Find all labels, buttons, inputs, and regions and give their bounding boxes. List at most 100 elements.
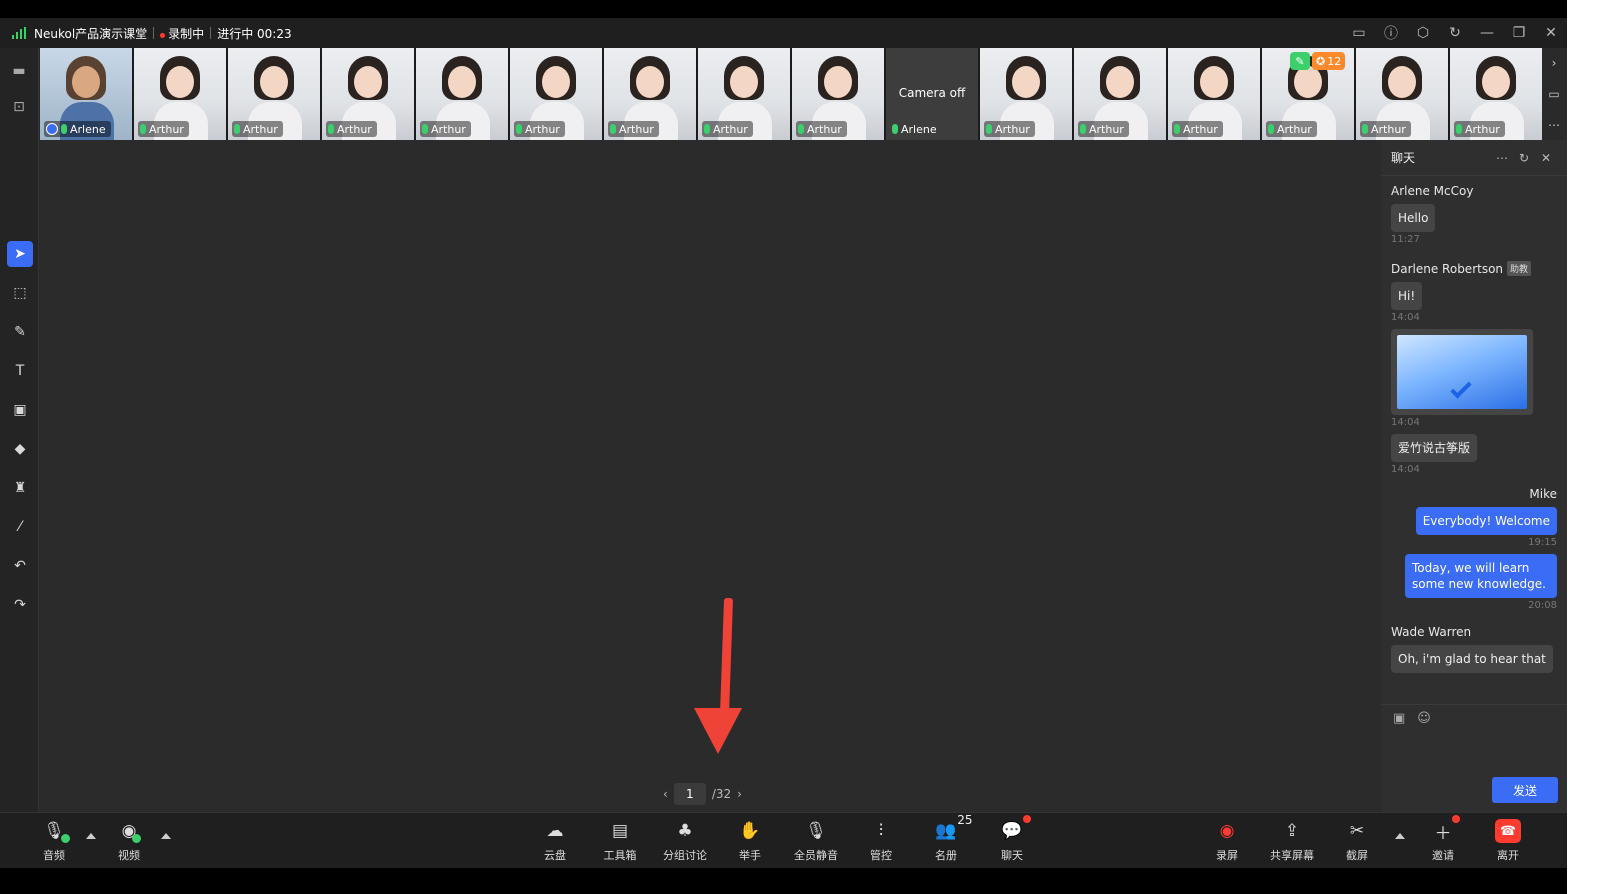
video-tile-camera-off[interactable]: Camera off Arlene xyxy=(886,48,978,140)
recording-indicator: 录制中 xyxy=(160,25,204,42)
audio-options-caret-icon[interactable] xyxy=(86,833,96,839)
video-tile[interactable]: Arthur xyxy=(1168,48,1260,140)
video-tile[interactable]: Arlene xyxy=(40,48,132,140)
select-tool-icon[interactable]: ➤ xyxy=(7,241,33,267)
reward-count: 12 xyxy=(1327,54,1342,68)
help-icon[interactable]: ⓘ xyxy=(1375,18,1407,48)
image-message[interactable] xyxy=(1391,329,1533,415)
chat-composer[interactable]: ▣ ☺ 发送 xyxy=(1381,704,1567,812)
restore-icon[interactable]: ❐ xyxy=(1503,18,1535,48)
invite-button[interactable]: ＋ 邀请 xyxy=(1413,815,1473,865)
send-button[interactable]: 发送 xyxy=(1492,777,1558,803)
message-bubble-own: Everybody! Welcome xyxy=(1415,507,1557,535)
mute-all-button[interactable]: 🎙 全员静音 xyxy=(786,819,846,865)
chevron-right-icon[interactable]: › xyxy=(737,787,742,801)
message-sender: Arlene McCoy xyxy=(1391,184,1474,198)
eraser-icon[interactable]: ◆ xyxy=(7,436,33,462)
audio-button[interactable]: 🎙 音频 xyxy=(24,819,84,865)
video-tile[interactable]: Arthur xyxy=(604,48,696,140)
camera-off-text: Camera off xyxy=(898,86,966,100)
toolbox-button[interactable]: ▤ 工具箱 xyxy=(590,819,650,865)
chevron-right-icon[interactable]: › xyxy=(1552,56,1557,70)
chat-toggle-icon[interactable]: ▭ xyxy=(1548,87,1559,101)
message-bubble: 爱竹说古筝版 xyxy=(1391,434,1478,462)
video-tile[interactable]: Arthur xyxy=(134,48,226,140)
participant-name: Arthur xyxy=(1183,122,1218,136)
raise-hand-button[interactable]: ✋ 举手 xyxy=(720,819,780,865)
top-bar: Neukol产品演示课堂 录制中 进行中 00:23 ▭ ⓘ ⬡ ↻ — ❐ ✕ xyxy=(0,18,1567,48)
reward-badge: ✪ 12 xyxy=(1312,52,1346,70)
video-tile[interactable]: Arthur xyxy=(322,48,414,140)
close-icon[interactable]: ✕ xyxy=(1535,151,1557,165)
video-tile[interactable]: Arthur xyxy=(416,48,508,140)
divider xyxy=(210,27,212,39)
video-button[interactable]: ◉ 视频 xyxy=(99,819,159,865)
video-tile[interactable]: Arthur xyxy=(792,48,884,140)
cast-icon[interactable]: ▭ xyxy=(1343,18,1375,48)
courseware-icon[interactable]: ▬ xyxy=(8,60,30,82)
image-icon[interactable]: ▣ xyxy=(7,397,33,423)
video-tile[interactable]: Arthur xyxy=(1450,48,1542,140)
participant-name: Arthur xyxy=(1371,122,1406,136)
message-time: 11:27 xyxy=(1391,234,1420,245)
participant-name: Arthur xyxy=(1465,122,1500,136)
screenshot-options-caret-icon[interactable] xyxy=(1395,833,1405,839)
image-upload-icon[interactable]: ▣ xyxy=(1393,711,1405,726)
cloud-drive-button[interactable]: ☁ 云盘 xyxy=(525,819,585,865)
tile-label: Arthur xyxy=(420,121,471,137)
roster-count: 25 xyxy=(957,813,973,827)
people-icon: 👥 25 xyxy=(935,813,973,841)
sliders-icon: ⫶ xyxy=(878,821,884,841)
refresh-icon[interactable]: ↻ xyxy=(1439,18,1471,48)
close-icon[interactable]: ✕ xyxy=(1535,18,1567,48)
undo-icon[interactable]: ↶ xyxy=(7,553,33,579)
tile-label: Arthur xyxy=(326,121,377,137)
share-screen-button[interactable]: ⇪ 共享屏幕 xyxy=(1262,819,1322,865)
more-icon[interactable]: ⋯ xyxy=(1548,118,1560,132)
laser-icon[interactable]: ⁄ xyxy=(7,514,33,540)
settings-icon[interactable]: ⬡ xyxy=(1407,18,1439,48)
signal-icon xyxy=(12,27,26,39)
area-select-icon[interactable]: ⬚ xyxy=(7,280,33,306)
video-tile[interactable]: Arthur xyxy=(698,48,790,140)
chevron-left-icon[interactable]: ‹ xyxy=(663,787,668,801)
message-sender: Darlene Robertson 助教 xyxy=(1391,261,1557,276)
message-list[interactable]: Arlene McCoy Hello 11:27 Darlene Roberts… xyxy=(1381,176,1567,704)
more-icon[interactable]: ⋯ xyxy=(1491,151,1513,165)
tile-label: Arthur xyxy=(984,121,1035,137)
tile-label: Arthur xyxy=(1454,121,1505,137)
video-tile[interactable]: Arthur xyxy=(1356,48,1448,140)
redo-icon[interactable]: ↷ xyxy=(7,592,33,618)
chat-button[interactable]: 💬 聊天 xyxy=(982,815,1042,865)
leave-button[interactable]: ☎ 离开 xyxy=(1478,819,1538,865)
minimize-icon[interactable]: — xyxy=(1471,18,1503,48)
roster-button[interactable]: 👥 25 名册 xyxy=(916,813,976,865)
video-tile[interactable]: Arthur xyxy=(980,48,1072,140)
video-options-caret-icon[interactable] xyxy=(161,833,171,839)
message-bubble: Oh, i'm glad to hear that xyxy=(1391,645,1553,673)
popout-icon[interactable]: ↻ xyxy=(1513,151,1535,165)
video-tile[interactable]: Arthur xyxy=(228,48,320,140)
bottom-edge xyxy=(0,868,1567,894)
focus-icon[interactable]: ⊡ xyxy=(8,96,30,118)
screenshot-button[interactable]: ✂ 截屏 xyxy=(1327,819,1387,865)
pen-icon[interactable]: ✎ xyxy=(7,319,33,345)
breakout-button[interactable]: ♣ 分组讨论 xyxy=(655,819,715,865)
clear-icon[interactable]: ♜ xyxy=(7,475,33,501)
title-bar xyxy=(0,0,1567,18)
page-input[interactable]: 1 xyxy=(673,783,706,805)
participant-name: Arlene xyxy=(901,122,937,136)
video-tile[interactable]: Arthur xyxy=(510,48,602,140)
scissors-icon: ✂ xyxy=(1349,821,1365,841)
text-icon[interactable]: T xyxy=(7,358,33,384)
emoji-icon[interactable]: ☺ xyxy=(1417,711,1431,726)
video-tile[interactable]: Arthur xyxy=(1074,48,1166,140)
whiteboard-stage[interactable]: ‹ 1 /32 › xyxy=(40,140,1381,812)
message-sender: Wade Warren xyxy=(1391,625,1472,639)
controls-button[interactable]: ⫶ 管控 xyxy=(851,819,911,865)
microphone-icon: 🎙 xyxy=(43,819,70,843)
raise-hand-label: 举手 xyxy=(739,849,761,862)
video-tile[interactable]: ✎ ✪ 12 Arthur xyxy=(1262,48,1354,140)
record-button[interactable]: ◉ 录屏 xyxy=(1197,819,1257,865)
classroom-window: Neukol产品演示课堂 录制中 进行中 00:23 ▭ ⓘ ⬡ ↻ — ❐ ✕… xyxy=(0,0,1567,894)
